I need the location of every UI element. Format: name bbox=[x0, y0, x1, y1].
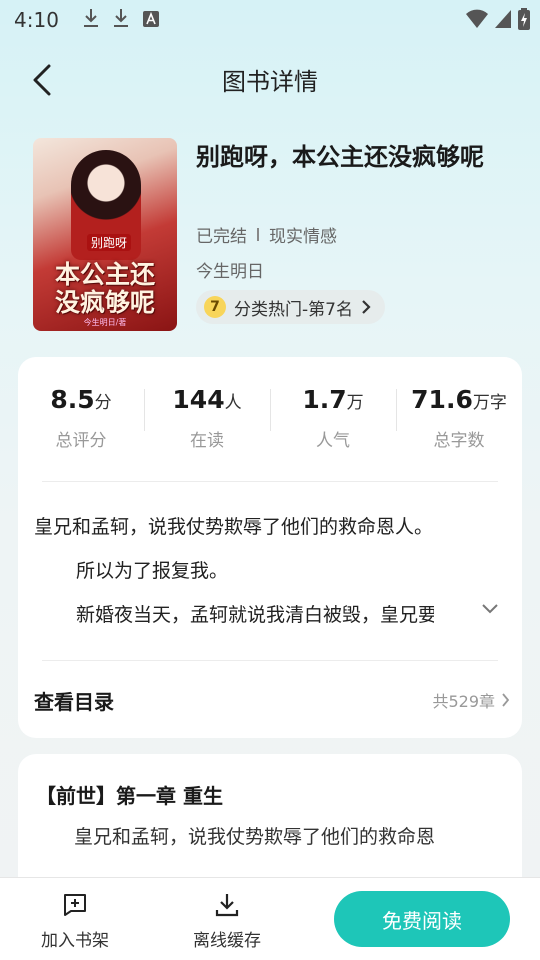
add-to-shelf-button[interactable]: 加入书架 bbox=[25, 892, 125, 951]
download-icon bbox=[83, 8, 99, 33]
stat-value: 144 bbox=[172, 385, 225, 414]
stat-unit: 万 bbox=[346, 393, 364, 413]
table-of-contents-row[interactable]: 查看目录 共529章 bbox=[34, 675, 510, 725]
expand-description-button[interactable] bbox=[478, 597, 502, 621]
toc-count: 共529章 bbox=[432, 688, 510, 712]
stat-value: 1.7 bbox=[302, 385, 347, 414]
cover-title: 本公主还 没疯够呢 bbox=[39, 261, 171, 317]
stat-word-count: 71.6万字 总字数 bbox=[396, 385, 522, 465]
rank-number: 7 bbox=[204, 296, 226, 318]
description-line: 皇兄和孟轲，说我仗势欺辱了他们的救命恩人。 bbox=[34, 516, 434, 538]
chevron-down-icon bbox=[482, 604, 498, 614]
book-title: 别跑呀，本公主还没疯够呢 bbox=[196, 143, 484, 171]
stat-unit: 万字 bbox=[472, 393, 507, 413]
chapter-count: 共529章 bbox=[432, 692, 495, 711]
chevron-right-icon bbox=[502, 693, 510, 707]
book-header: 别跑呀 本公主还 没疯够呢 今生明日/著 别跑呀，本公主还没疯够呢 已完结 现实… bbox=[33, 138, 513, 333]
meta-separator bbox=[257, 228, 259, 241]
download-icon bbox=[113, 8, 129, 33]
status-time: 4:10 bbox=[14, 8, 59, 32]
status-bar: 4:10 bbox=[0, 0, 540, 40]
rank-label: 分类热门-第7名 bbox=[234, 299, 353, 320]
description-line: 所以为了报复我。 bbox=[76, 560, 229, 582]
stat-rating: 8.5分 总评分 bbox=[18, 385, 144, 465]
stat-label: 总字数 bbox=[433, 431, 485, 451]
stat-unit: 分 bbox=[94, 393, 112, 413]
stat-label: 人气 bbox=[316, 431, 350, 451]
book-category: 现实情感 bbox=[269, 227, 337, 247]
book-author[interactable]: 今生明日 bbox=[196, 257, 264, 282]
cover-subtitle: 别跑呀 bbox=[87, 234, 132, 251]
stat-value: 71.6 bbox=[411, 385, 473, 414]
stats-row: 8.5分 总评分 144人 在读 1.7万 人气 71.6万字 总字数 bbox=[18, 385, 522, 465]
book-status: 已完结 bbox=[196, 227, 247, 247]
signal-icon bbox=[494, 9, 512, 34]
stat-readers: 144人 在读 bbox=[144, 385, 270, 465]
chevron-right-icon bbox=[362, 300, 371, 314]
divider bbox=[42, 481, 498, 482]
book-cover[interactable]: 别跑呀 本公主还 没疯够呢 今生明日/著 bbox=[33, 138, 177, 331]
top-bar: 图书详情 bbox=[0, 52, 540, 108]
cover-title-line1: 本公主还 bbox=[54, 260, 155, 289]
add-to-shelf-label: 加入书架 bbox=[41, 931, 109, 951]
cover-title-line2: 没疯够呢 bbox=[54, 288, 155, 317]
chapter-text: 皇兄和孟轲，说我仗势欺辱了他们的救命恩 bbox=[74, 826, 436, 848]
book-meta: 已完结 现实情感 bbox=[196, 222, 337, 247]
stat-value: 8.5 bbox=[50, 385, 95, 414]
stat-popularity: 1.7万 人气 bbox=[270, 385, 396, 465]
toc-title: 查看目录 bbox=[34, 689, 114, 714]
rank-badge[interactable]: 7 分类热门-第7名 bbox=[196, 290, 385, 324]
info-card: 8.5分 总评分 144人 在读 1.7万 人气 71.6万字 总字数 皇兄和孟… bbox=[18, 357, 522, 738]
free-read-button[interactable]: 免费阅读 bbox=[334, 891, 510, 947]
add-bookshelf-icon bbox=[64, 894, 86, 916]
stat-label: 在读 bbox=[190, 431, 224, 451]
download-icon bbox=[215, 894, 239, 917]
font-app-icon bbox=[142, 8, 159, 32]
page-title: 图书详情 bbox=[222, 68, 318, 96]
stat-unit: 人 bbox=[224, 393, 242, 413]
stat-label: 总评分 bbox=[55, 431, 107, 451]
battery-icon bbox=[518, 8, 530, 35]
cover-author: 今生明日/著 bbox=[83, 318, 127, 327]
offline-cache-button[interactable]: 离线缓存 bbox=[177, 892, 277, 951]
chapter-title: 【前世】第一章 重生 bbox=[36, 784, 223, 808]
offline-cache-label: 离线缓存 bbox=[193, 931, 261, 951]
wifi-icon bbox=[466, 9, 488, 34]
bottom-action-bar: 加入书架 离线缓存 免费阅读 bbox=[0, 877, 540, 960]
description-line: 新婚夜当天，孟轲就说我清白被毁，皇兄要 bbox=[76, 604, 434, 626]
book-description[interactable]: 皇兄和孟轲，说我仗势欺辱了他们的救命恩人。 所以为了报复我。 新婚夜当天，孟轲就… bbox=[34, 505, 504, 637]
divider bbox=[42, 660, 498, 661]
